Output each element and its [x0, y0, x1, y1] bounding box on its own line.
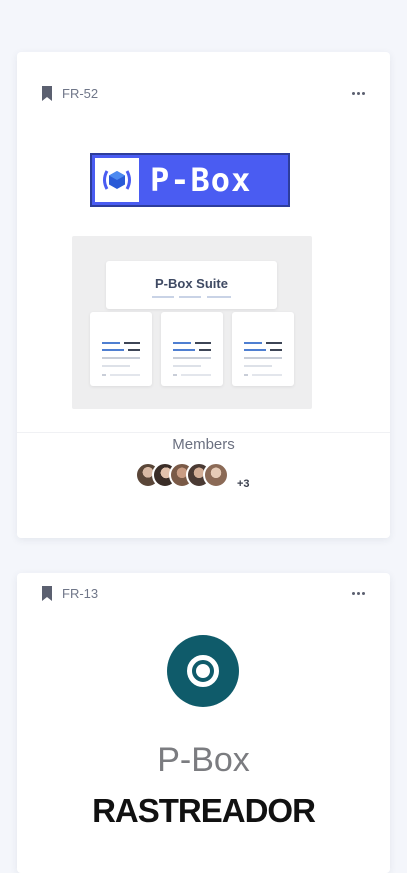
product-subtitle: RASTREADOR	[92, 792, 316, 829]
suite-module-card	[232, 312, 294, 386]
logo-text: P-Box	[150, 161, 252, 199]
suite-header-card: P-Box Suite	[106, 261, 277, 309]
card-header: FR-13	[41, 585, 366, 603]
product-title: P-Box	[157, 741, 250, 779]
project-card-fr-52[interactable]: FR-52 P-Box P-Box Suite Members +3	[17, 52, 390, 538]
card-header: FR-52	[41, 85, 366, 103]
card-divider	[17, 432, 390, 433]
members-label: Members	[172, 436, 235, 453]
bookmark-icon	[42, 586, 52, 601]
project-card-fr-13[interactable]: FR-13 P-Box RASTREADOR	[17, 573, 390, 873]
suite-module-card	[90, 312, 152, 386]
more-options-button[interactable]	[350, 585, 366, 601]
suite-module-card	[161, 312, 223, 386]
more-members-count[interactable]: +3	[237, 478, 250, 490]
bookmark-icon	[42, 86, 52, 101]
suite-title: P-Box Suite	[155, 276, 228, 291]
more-options-button[interactable]	[350, 85, 366, 101]
target-icon	[167, 635, 239, 707]
card-id: FR-52	[62, 86, 99, 101]
avatar[interactable]	[203, 462, 229, 488]
suite-preview-image: P-Box Suite	[72, 236, 312, 409]
cube-icon	[95, 158, 139, 202]
p-box-logo: P-Box	[90, 153, 290, 207]
card-id: FR-13	[62, 586, 99, 601]
